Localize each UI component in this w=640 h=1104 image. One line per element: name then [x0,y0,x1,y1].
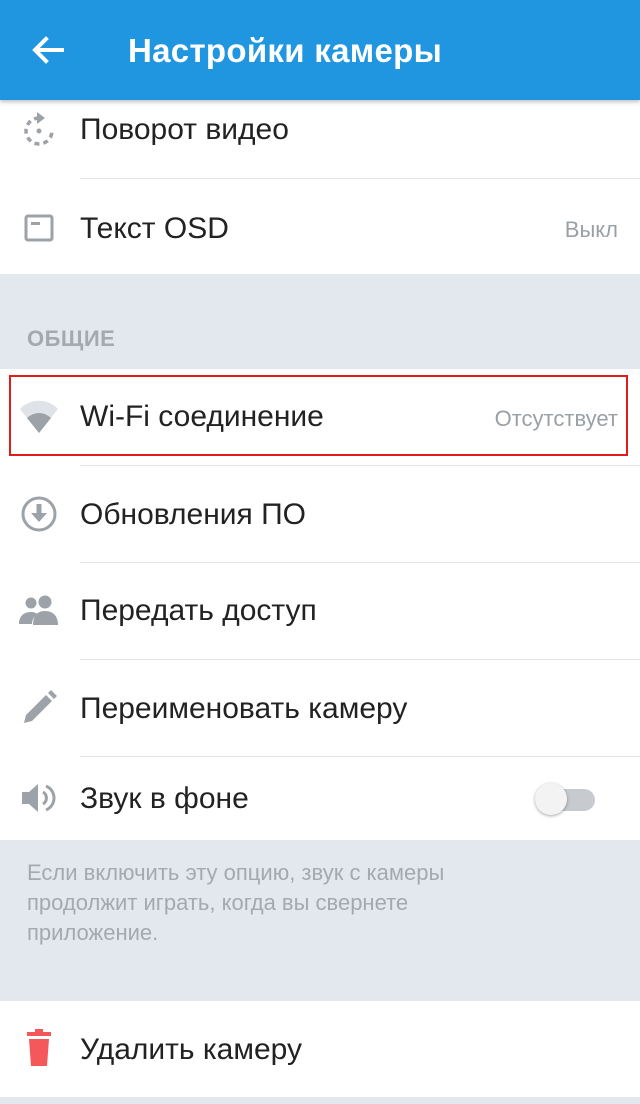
delete-camera-label: Удалить камеру [80,1033,302,1066]
background-sound-hint: Если включить эту опцию, звук с камеры п… [27,860,445,945]
video-settings-card: Поворот видео Текст OSD Выкл [0,82,640,274]
general-settings-card: Wi-Fi соединение Отсутствует Обновления … [0,369,640,840]
share-access-row[interactable]: Передать доступ [0,563,640,659]
download-circle-icon [21,496,57,532]
video-rotation-label: Поворот видео [80,113,289,146]
rename-camera-label: Переименовать камеру [80,692,408,725]
toggle-knob [535,783,567,815]
osd-text-label: Текст OSD [80,212,229,245]
software-updates-row[interactable]: Обновления ПО [0,466,640,562]
people-icon [19,595,58,625]
osd-text-icon [24,214,54,242]
delete-card: Удалить камеру [0,1001,640,1097]
back-button[interactable] [26,28,70,72]
share-access-label: Передать доступ [80,594,317,627]
arrow-left-icon [32,36,64,64]
wifi-label: Wi-Fi соединение [80,400,324,433]
page-title: Настройки камеры [128,32,443,69]
speaker-icon [22,784,56,812]
wifi-status-value: Отсутствует [494,406,618,431]
section-header-general: ОБЩИЕ [27,326,116,351]
trash-icon [27,1029,51,1066]
delete-camera-row[interactable]: Удалить камеру [0,1001,640,1097]
background-sound-label: Звук в фоне [80,782,249,815]
osd-text-value: Выкл [564,217,618,242]
divider [80,178,640,179]
rotate-icon [24,112,54,146]
rename-camera-row[interactable]: Переименовать камеру [0,660,640,756]
background-sound-toggle[interactable] [535,781,597,817]
wifi-row[interactable]: Wi-Fi соединение Отсутствует [0,369,640,465]
osd-text-row[interactable]: Текст OSD Выкл [0,180,640,274]
wifi-icon [20,400,58,433]
software-updates-label: Обновления ПО [80,498,307,531]
app-bar: Настройки камеры [0,0,640,100]
pencil-icon [24,690,57,723]
